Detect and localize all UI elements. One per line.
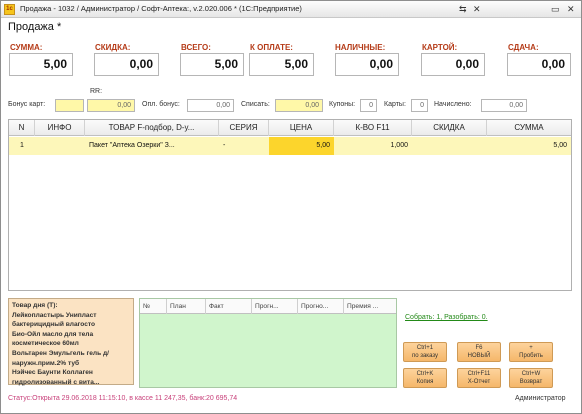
copy-button[interactable]: Ctrl+K Копия [403, 368, 447, 388]
title-bar: 1с Продажа - 1032 / Администратор / Софт… [1, 1, 581, 18]
window-title: Продажа - 1032 / Администратор / Софт-Ап… [20, 4, 302, 13]
nalichnye-field[interactable]: 0,00 [335, 53, 399, 76]
cell-info [35, 137, 85, 155]
switch-icon[interactable]: ⇆ [459, 4, 467, 14]
sdacha-field[interactable]: 0,00 [507, 53, 571, 76]
close-icon[interactable]: ✕ [567, 4, 575, 14]
col-summa[interactable]: СУММА [487, 120, 571, 136]
page-title: Продажа * [8, 21, 62, 33]
goods-table[interactable]: N ИНФО ТОВАР F-подбор, D-у... СЕРИЯ ЦЕНА… [8, 119, 572, 291]
table-header: N ИНФО ТОВАР F-подбор, D-у... СЕРИЯ ЦЕНА… [9, 120, 571, 136]
karty-input[interactable]: 0 [411, 99, 428, 112]
skidka-label: СКИДКА: [95, 43, 131, 52]
karty-label: Карты: [384, 101, 406, 108]
punch-button[interactable]: + Пробить [509, 342, 553, 362]
sale-window: 1с Продажа - 1032 / Администратор / Софт… [0, 0, 582, 414]
k-oplate-label: К ОПЛАТЕ: [250, 43, 293, 52]
plan-table[interactable]: № План Факт Прогн... Прогно... Премия ..… [139, 298, 397, 388]
vsego-field[interactable]: 5,00 [180, 53, 244, 76]
nachisleno-input[interactable]: 0,00 [481, 99, 527, 112]
kartoy-field[interactable]: 0,00 [421, 53, 485, 76]
kartoy-label: КАРТОЙ: [422, 43, 458, 52]
product-of-day-panel[interactable]: Товар дня (Т): Лейкопластырь Унипласт ба… [8, 298, 134, 386]
status-bar: Статус:Открыта 29.06.2018 11:15:10, в ка… [8, 395, 238, 402]
rr-input[interactable]: 0,00 [87, 99, 135, 112]
plan-col-plan[interactable]: План [167, 299, 206, 314]
plan-col-fact[interactable]: Факт [206, 299, 252, 314]
current-user: Администратор [515, 395, 566, 402]
product-of-day-text: Товар дня (Т): Лейкопластырь Унипласт ба… [12, 302, 109, 386]
app-logo-icon: 1с [4, 4, 15, 15]
cell-skidka [412, 137, 487, 155]
spisat-label: Списать: [241, 101, 270, 108]
spisat-input[interactable]: 0,00 [275, 99, 323, 112]
kupony-label: Купоны: [329, 101, 356, 108]
cell-kvo[interactable]: 1,000 [334, 137, 412, 155]
plan-col-num[interactable]: № [140, 299, 167, 314]
vsego-label: ВСЕГО: [181, 43, 211, 52]
col-cena[interactable]: ЦЕНА [269, 120, 334, 136]
sdacha-label: СДАЧА: [508, 43, 539, 52]
col-skidka[interactable]: СКИДКА [412, 120, 487, 136]
cell-n: 1 [20, 142, 24, 149]
new-button[interactable]: F6 НОВЫЙ [457, 342, 501, 362]
rr-label: RR: [90, 88, 103, 95]
minimize-icon[interactable]: ✕ [473, 4, 481, 14]
bonus-card-input[interactable] [55, 99, 84, 112]
x-report-button[interactable]: Ctrl+F11 X-Отчет [457, 368, 501, 388]
nachisleno-label: Начислено: [434, 101, 472, 108]
assemble-link[interactable]: Собрать: 1, Разобрать: 0. [405, 314, 488, 321]
plan-col-forecast1[interactable]: Прогн... [252, 299, 298, 314]
col-seria[interactable]: СЕРИЯ [219, 120, 269, 136]
skidka-field[interactable]: 0,00 [94, 53, 159, 76]
col-info[interactable]: ИНФО [35, 120, 85, 136]
col-tovar[interactable]: ТОВАР F-подбор, D-у... [85, 120, 219, 136]
summa-label: СУММА: [10, 43, 43, 52]
opl-bonus-input[interactable]: 0,00 [187, 99, 234, 112]
cell-tovar: Пакет "Аптека Озерки" З... [89, 142, 175, 149]
plan-table-header: № План Факт Прогн... Прогно... Премия ..… [140, 299, 396, 314]
plan-col-bonus[interactable]: Премия ... [344, 299, 396, 314]
opl-bonus-label: Опл. бонус: [142, 101, 180, 108]
k-oplate-field[interactable]: 5,00 [249, 53, 314, 76]
table-row[interactable]: 1 Пакет "Аптека Озерки" З... - 5,00 1,00… [9, 137, 571, 155]
kupony-input[interactable]: 0 [360, 99, 377, 112]
by-order-button[interactable]: Ctrl+1 по заказу [403, 342, 447, 362]
plan-col-forecast2[interactable]: Прогно... [298, 299, 344, 314]
cell-cena[interactable]: 5,00 [269, 137, 334, 155]
col-kvo[interactable]: К-ВО F11 [334, 120, 412, 136]
cell-summa: 5,00 [553, 142, 567, 149]
nalichnye-label: НАЛИЧНЫЕ: [335, 43, 386, 52]
maximize-icon[interactable]: ▭ [551, 4, 560, 14]
cell-seria: - [223, 142, 226, 149]
col-n[interactable]: N [9, 120, 35, 136]
summa-field[interactable]: 5,00 [9, 53, 73, 76]
return-button[interactable]: Ctrl+W Возврат [509, 368, 553, 388]
bonus-card-label: Бонус карт: [8, 101, 46, 108]
